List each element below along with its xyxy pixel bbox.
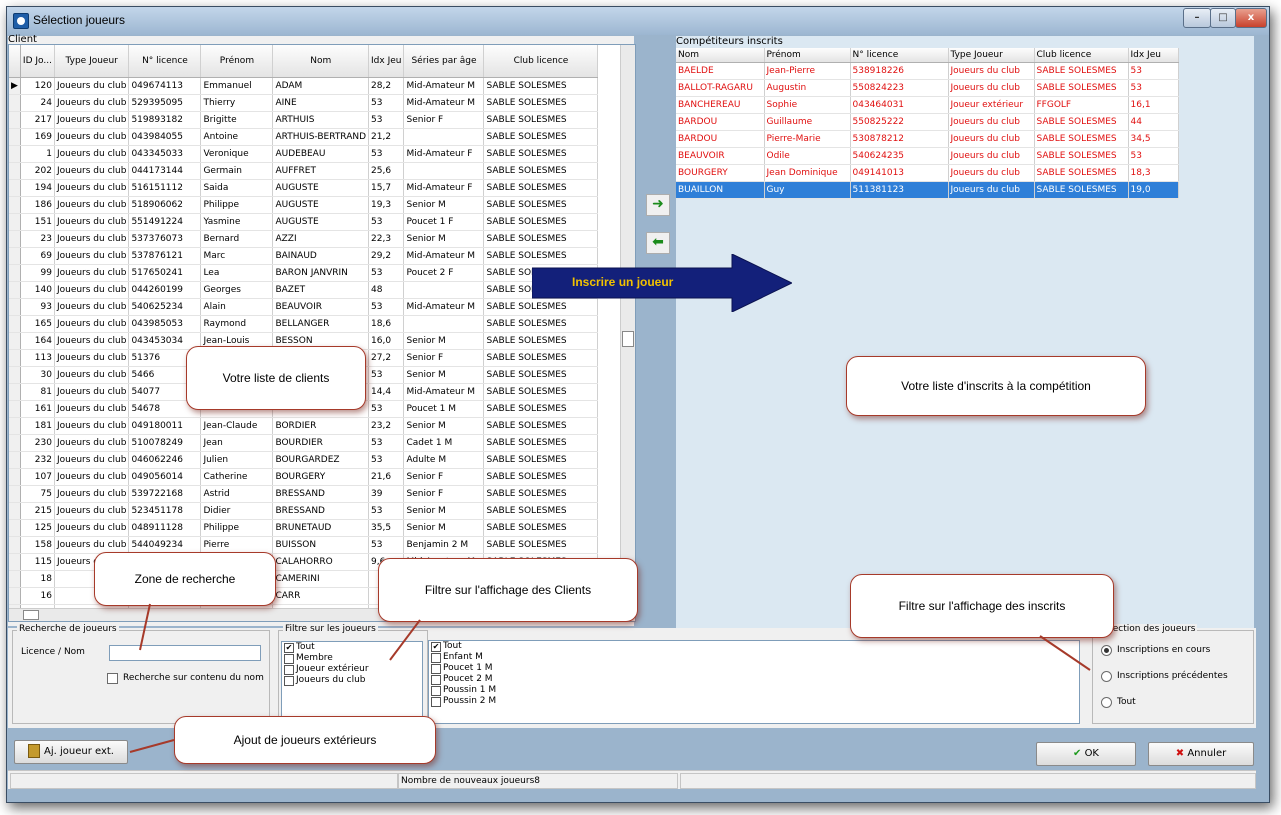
callout-pointers: [129, 603, 1091, 753]
